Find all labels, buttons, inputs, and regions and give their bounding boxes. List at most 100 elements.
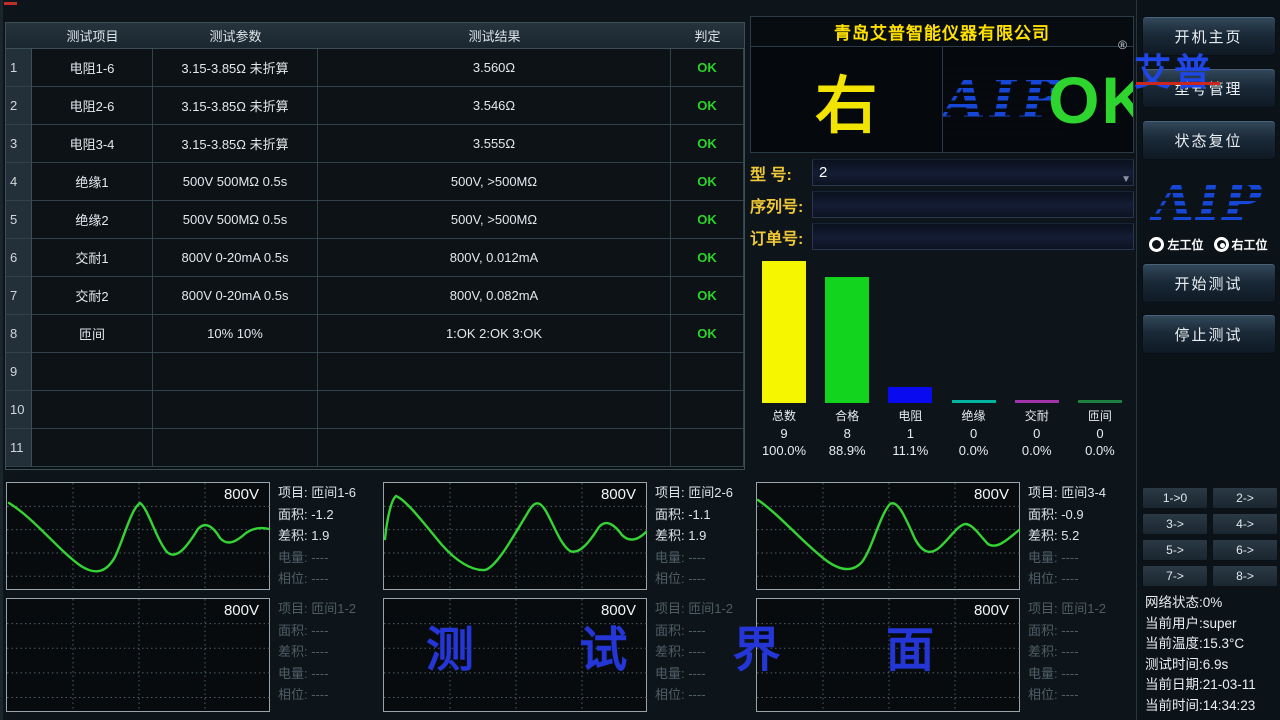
- channel-grid: 1->02->3->4->5->6->7->8->: [1142, 487, 1278, 587]
- cell-test-result: 800V, 0.082mA: [318, 277, 671, 315]
- row-number: 8: [6, 315, 32, 353]
- cell-test-item: 电阻3-4: [32, 125, 153, 163]
- result-indicator: AIP OK: [943, 47, 1134, 152]
- bar-column: 匝间00.0%: [1072, 260, 1128, 458]
- sidebar-aip-logo: AIP: [1137, 172, 1280, 230]
- cell-judge: OK: [671, 87, 744, 125]
- wave-info-line: 项目: 匝间1-2: [278, 598, 380, 620]
- cell-test-result: [318, 353, 671, 391]
- wave-info: 项目: 匝间1-2面积: ----差积: ----电量: ----相位: ---…: [1028, 598, 1130, 712]
- row-number: 9: [6, 353, 32, 391]
- wave-info-line: 相位: ----: [655, 684, 757, 706]
- channel-button[interactable]: 7->: [1142, 565, 1208, 587]
- row-number: 4: [6, 163, 32, 201]
- bar-percent-label: 0.0%: [1085, 443, 1115, 458]
- company-name: 青岛艾普智能仪器有限公司: [834, 19, 1050, 44]
- cell-test-result: 800V, 0.012mA: [318, 239, 671, 277]
- order-form: 型 号: 2 ▼ 序列号: 订单号:: [750, 159, 1134, 250]
- model-select[interactable]: 2 ▼: [812, 159, 1134, 186]
- bar: [825, 277, 869, 403]
- serial-input[interactable]: [812, 191, 1134, 218]
- channel-button[interactable]: 4->: [1212, 513, 1278, 535]
- wave-info: 项目: 匝间2-6面积: -1.1差积: 1.9电量: ----相位: ----: [655, 482, 757, 590]
- order-input[interactable]: [812, 223, 1134, 250]
- wave-info-line: 面积: ----: [278, 620, 380, 642]
- bar-value-label: 0: [970, 426, 977, 441]
- order-label: 订单号:: [750, 225, 812, 249]
- wave-info: 项目: 匝间1-2面积: ----差积: ----电量: ----相位: ---…: [278, 598, 380, 712]
- wave-info-line: 项目: 匝间2-6: [655, 482, 757, 504]
- result-char: OK: [1048, 62, 1133, 138]
- cell-judge: OK: [671, 163, 744, 201]
- cell-test-item: 交耐2: [32, 277, 153, 315]
- bar-percent-label: 11.1%: [892, 443, 928, 458]
- status-line: 当前温度:15.3°C: [1145, 634, 1256, 655]
- row-number: 10: [6, 391, 32, 429]
- test-results-table: 测试项目 测试参数 测试结果 判定 1电阻1-63.15-3.85Ω 未折算3.…: [5, 22, 745, 470]
- waveform-panel: 800V项目: 匝间2-6面积: -1.1差积: 1.9电量: ----相位: …: [383, 482, 757, 590]
- channel-button[interactable]: 3->: [1142, 513, 1208, 535]
- bar-percent-label: 0.0%: [959, 443, 989, 458]
- sidebar: 开机主页型号管理状态复位 AIP 左工位右工位 开始测试停止测试 1->02->…: [1136, 0, 1280, 720]
- wave-info-line: 相位: ----: [278, 568, 380, 590]
- cell-test-param: 3.15-3.85Ω 未折算: [153, 87, 318, 125]
- bar-category-label: 电阻: [898, 407, 922, 424]
- sidebar-button[interactable]: 状态复位: [1142, 120, 1276, 160]
- info-panel: 青岛艾普智能仪器有限公司 ® 右 AIP OK 型 号: 2 ▼ 序列号: 订单…: [750, 16, 1134, 470]
- cell-test-param: 800V 0-20mA 0.5s: [153, 277, 318, 315]
- test-control-button[interactable]: 停止测试: [1142, 314, 1276, 354]
- cell-test-item: 绝缘2: [32, 201, 153, 239]
- bar-percent-label: 88.9%: [829, 443, 866, 458]
- wave-info-line: 电量: ----: [1028, 663, 1130, 685]
- station-radio[interactable]: 左工位: [1149, 236, 1203, 253]
- channel-button[interactable]: 6->: [1212, 539, 1278, 561]
- bar-category-label: 绝缘: [962, 407, 986, 424]
- cell-test-result: 3.546Ω: [318, 87, 671, 125]
- cell-judge: OK: [671, 239, 744, 277]
- cell-test-result: [318, 391, 671, 429]
- cell-test-item: 绝缘1: [32, 163, 153, 201]
- oscilloscope-chart: 800V: [6, 482, 270, 590]
- radio-icon[interactable]: [1214, 237, 1229, 252]
- radio-label: 右工位: [1232, 236, 1268, 253]
- chevron-down-icon[interactable]: ▼: [1121, 167, 1131, 192]
- row-number: 2: [6, 87, 32, 125]
- status-line: 测试时间:6.9s: [1145, 655, 1256, 676]
- model-value: 2: [819, 164, 827, 181]
- station-char: 右: [815, 55, 877, 145]
- status-line: 网络状态:0%: [1145, 593, 1256, 614]
- station-radio[interactable]: 右工位: [1214, 236, 1268, 253]
- waveform-panel: 800V项目: 匝间3-4面积: -0.9差积: 5.2电量: ----相位: …: [756, 482, 1130, 590]
- bar-value-label: 0: [1096, 426, 1103, 441]
- cell-test-item: 匝间: [32, 315, 153, 353]
- radio-icon[interactable]: [1149, 237, 1164, 252]
- header-judge: 判定: [671, 23, 744, 49]
- screen-edge-strip: [0, 0, 3, 720]
- cell-test-item: [32, 429, 153, 467]
- channel-button[interactable]: 8->: [1212, 565, 1278, 587]
- cell-judge: OK: [671, 201, 744, 239]
- channel-button[interactable]: 2->: [1212, 487, 1278, 509]
- cell-test-param: [153, 353, 318, 391]
- station-indicator: 右: [751, 47, 943, 152]
- wave-info-line: 项目: 匝间1-6: [278, 482, 380, 504]
- cell-test-result: 1:OK 2:OK 3:OK: [318, 315, 671, 353]
- aipu-watermark: 艾普: [1134, 42, 1214, 96]
- test-control-button[interactable]: 开始测试: [1142, 263, 1276, 303]
- cell-test-result: 500V, >500MΩ: [318, 163, 671, 201]
- channel-button[interactable]: 5->: [1142, 539, 1208, 561]
- bar: [952, 400, 996, 403]
- wave-info-line: 电量: ----: [278, 547, 380, 569]
- wave-info-line: 项目: 匝间3-4: [1028, 482, 1130, 504]
- bar-column: 绝缘 0 0.0%: [946, 260, 1002, 458]
- bar-value-label: 9: [780, 426, 787, 441]
- cell-test-param: [153, 429, 318, 467]
- row-number: 11: [6, 429, 32, 467]
- wave-info-line: 相位: ----: [278, 684, 380, 706]
- wave-info-line: 差积: 1.9: [278, 525, 380, 547]
- channel-button[interactable]: 1->0: [1142, 487, 1208, 509]
- oscilloscope-chart: 800V: [383, 482, 647, 590]
- oscilloscope-chart: 800V: [6, 598, 270, 712]
- bar: [1078, 400, 1122, 403]
- header-corner-cell: [6, 23, 32, 49]
